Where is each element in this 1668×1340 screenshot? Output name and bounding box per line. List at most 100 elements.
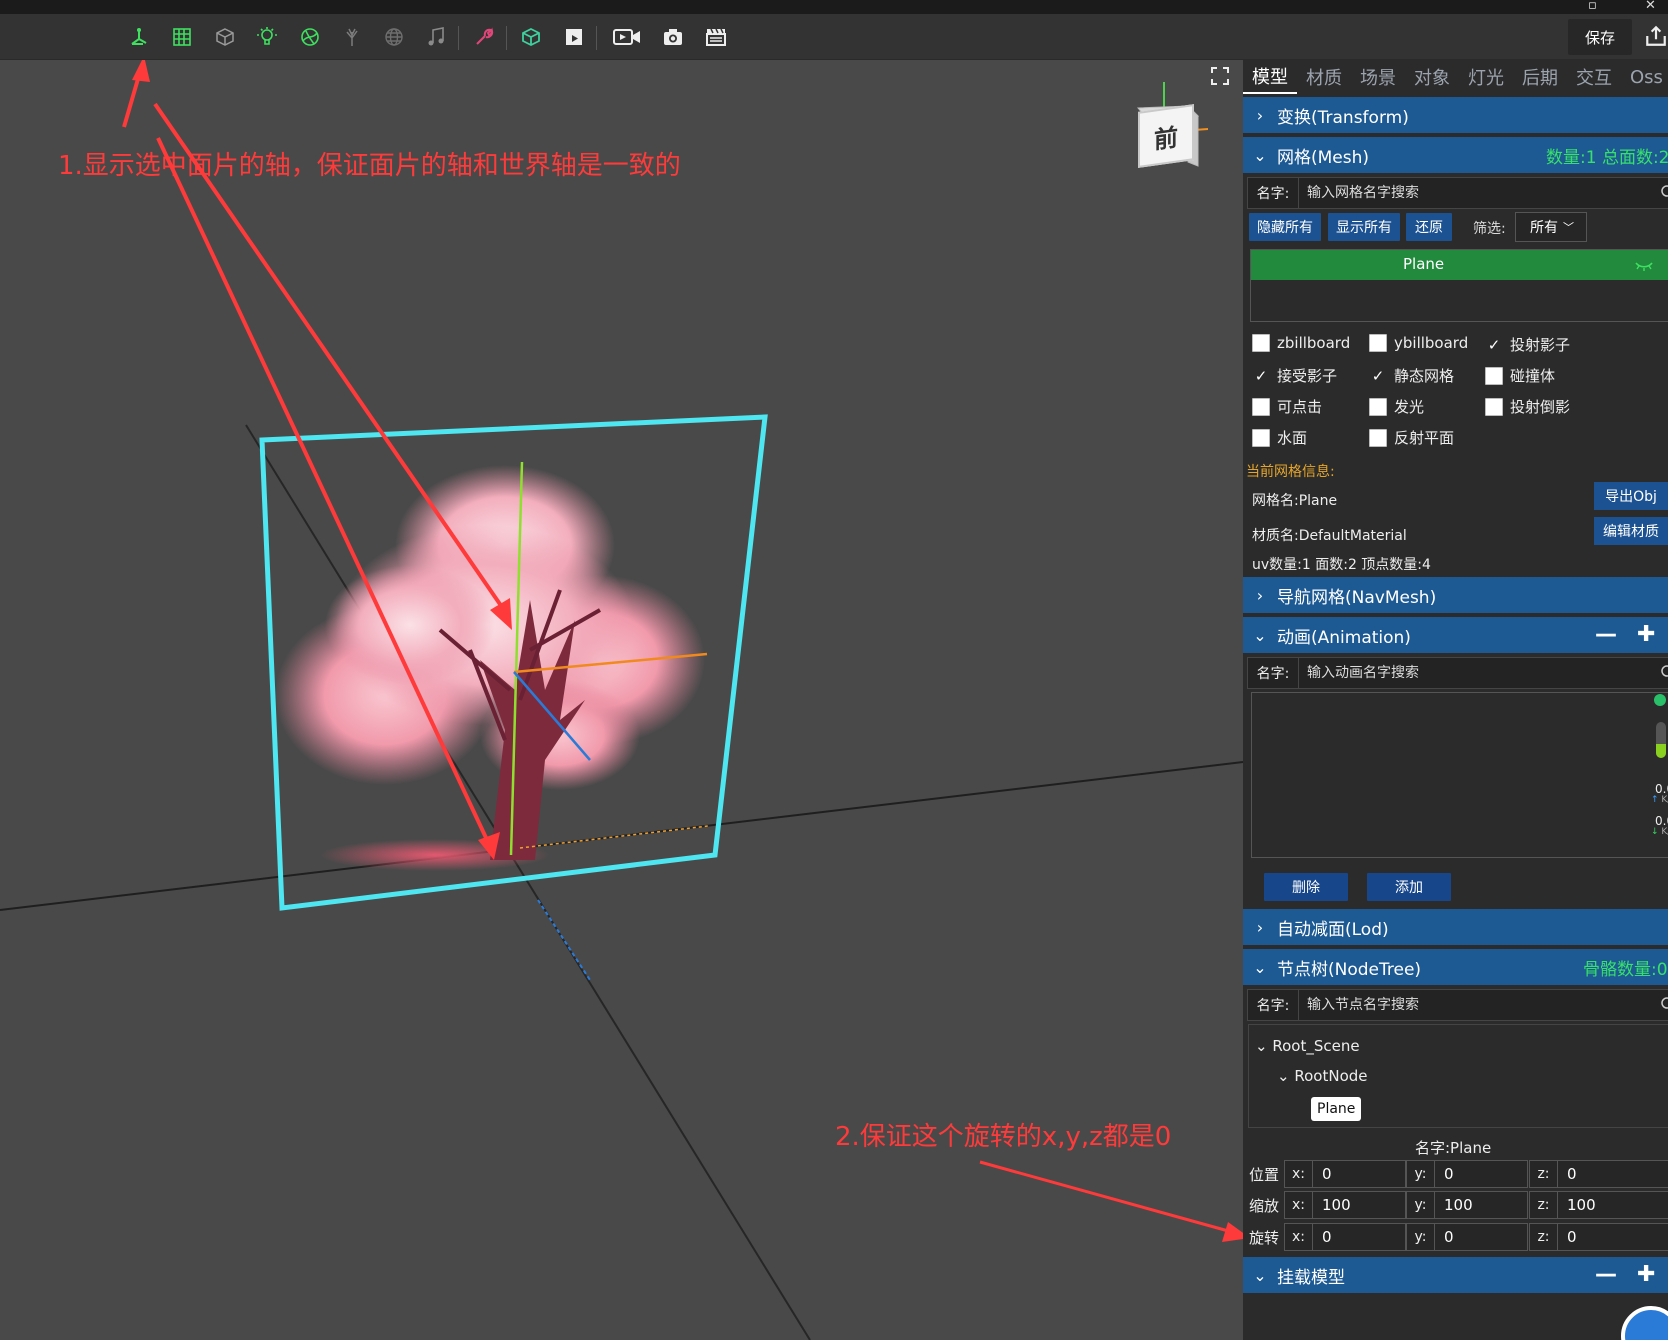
tree-node-root-scene[interactable]: ⌄ Root_Scene — [1255, 1037, 1360, 1055]
edit-material-button[interactable]: 编辑材质 — [1594, 517, 1668, 545]
export-icon[interactable] — [1644, 24, 1668, 48]
view-cube-front-face[interactable]: 前 — [1138, 104, 1194, 168]
tab-material[interactable]: 材质 — [1297, 60, 1351, 94]
ybillboard-checkbox[interactable]: ybillboard — [1369, 334, 1468, 352]
rotation-y-value[interactable]: 0 — [1435, 1228, 1454, 1246]
mesh-search-input[interactable] — [1299, 178, 1668, 208]
position-z-value[interactable]: 0 — [1558, 1165, 1577, 1183]
reflection-plane-checkbox[interactable]: 反射平面 — [1369, 427, 1454, 448]
bulb-icon[interactable] — [253, 23, 281, 51]
cube-outline-icon[interactable] — [211, 23, 239, 51]
navmesh-section-header[interactable]: › 导航网格(NavMesh) — [1243, 577, 1668, 613]
restore-button[interactable]: 还原 — [1406, 213, 1452, 241]
checkbox-box[interactable] — [1369, 334, 1387, 352]
rotation-z-value[interactable]: 0 — [1558, 1228, 1577, 1246]
checkbox-box[interactable] — [1369, 397, 1387, 416]
position-x-field[interactable]: x: 0 — [1284, 1160, 1406, 1188]
box-icon[interactable] — [517, 23, 545, 51]
tab-oss[interactable]: Oss — [1621, 60, 1668, 94]
rotation-x-field[interactable]: x: 0 — [1284, 1223, 1406, 1251]
3d-viewport[interactable]: 1.显示选中面片的轴，保证面片的轴和世界轴是一致的 2.保证这个旋转的x,y,z… — [0, 60, 1243, 1340]
tab-scene[interactable]: 场景 — [1351, 60, 1405, 94]
grid-icon[interactable] — [168, 23, 196, 51]
transform-section-header[interactable]: › 变换(Transform) — [1243, 97, 1668, 133]
water-checkbox[interactable]: 水面 — [1252, 427, 1307, 448]
animation-search-input[interactable] — [1299, 658, 1668, 688]
checkbox-box[interactable] — [1485, 397, 1503, 416]
tab-light[interactable]: 灯光 — [1459, 60, 1513, 94]
hide-all-button[interactable]: 隐藏所有 — [1249, 213, 1321, 241]
search-icon[interactable] — [1660, 996, 1668, 1012]
cast-shadow-checkbox[interactable]: ✓ 投射影子 — [1485, 334, 1570, 355]
position-y-field[interactable]: y: 0 — [1406, 1160, 1528, 1188]
check-icon[interactable]: ✓ — [1369, 367, 1387, 385]
clickable-checkbox[interactable]: 可点击 — [1252, 396, 1322, 417]
eye-closed-icon[interactable] — [1635, 258, 1653, 272]
scale-y-value[interactable]: 100 — [1435, 1196, 1473, 1214]
rotation-z-field[interactable]: z: 0 — [1529, 1223, 1668, 1251]
rotation-x-value[interactable]: 0 — [1313, 1228, 1332, 1246]
position-y-value[interactable]: 0 — [1435, 1165, 1454, 1183]
tab-interaction[interactable]: 交互 — [1567, 60, 1621, 94]
axis-icon[interactable] — [125, 23, 153, 51]
scale-x-field[interactable]: x: 100 — [1284, 1191, 1406, 1219]
animation-add-icon[interactable]: ✚ — [1637, 624, 1655, 646]
clapper-icon[interactable] — [560, 23, 588, 51]
tab-model[interactable]: 模型 — [1243, 60, 1297, 94]
glow-checkbox[interactable]: 发光 — [1369, 396, 1424, 417]
tab-object[interactable]: 对象 — [1405, 60, 1459, 94]
tab-postprocess[interactable]: 后期 — [1513, 60, 1567, 94]
attach-add-icon[interactable]: ✚ — [1637, 1264, 1655, 1286]
check-icon[interactable]: ✓ — [1485, 336, 1503, 354]
delete-animation-button[interactable]: 删除 — [1264, 873, 1348, 901]
checkbox-box[interactable] — [1252, 397, 1270, 416]
wrench-icon[interactable] — [470, 23, 498, 51]
save-button[interactable]: 保存 — [1568, 19, 1632, 55]
mesh-section-header[interactable]: ⌄ 网格(Mesh) 数量:1 总面数:2 — [1243, 137, 1668, 173]
zbillboard-checkbox[interactable]: zbillboard — [1252, 334, 1350, 352]
mesh-list-item[interactable]: Plane — [1251, 250, 1668, 280]
floating-assistant-icon[interactable] — [1621, 1306, 1668, 1340]
chevron-down-icon[interactable]: ⌄ — [1255, 1037, 1268, 1055]
static-mesh-checkbox[interactable]: ✓ 静态网格 — [1369, 365, 1454, 386]
video-icon[interactable] — [609, 23, 645, 51]
slate-icon[interactable] — [702, 23, 730, 51]
add-animation-button[interactable]: 添加 — [1367, 873, 1451, 901]
node-search-input[interactable] — [1299, 990, 1668, 1020]
checkbox-box[interactable] — [1252, 428, 1270, 447]
attach-remove-icon[interactable]: — — [1595, 1264, 1617, 1286]
collider-checkbox[interactable]: 碰撞体 — [1485, 365, 1555, 386]
animation-section-header[interactable]: ⌄ 动画(Animation) — ✚ — [1243, 617, 1668, 653]
tree-node-plane-selected[interactable]: Plane — [1311, 1097, 1362, 1121]
tree-node-rootnode[interactable]: ⌄ RootNode — [1277, 1067, 1368, 1085]
scale-z-field[interactable]: z: 100 — [1529, 1191, 1668, 1219]
restore-window-icon[interactable]: ▫ — [1588, 0, 1597, 13]
rotation-y-field[interactable]: y: 0 — [1406, 1223, 1528, 1251]
position-z-field[interactable]: z: 0 — [1529, 1160, 1668, 1188]
checkbox-box[interactable] — [1485, 366, 1503, 385]
search-icon[interactable] — [1660, 184, 1668, 200]
music-icon[interactable] — [422, 23, 450, 51]
fullscreen-icon[interactable] — [1210, 66, 1230, 86]
cast-reflection-checkbox[interactable]: 投射倒影 — [1485, 396, 1570, 417]
chevron-down-icon[interactable]: ⌄ — [1277, 1067, 1290, 1085]
view-cube[interactable]: 前 — [1128, 82, 1208, 172]
scale-x-value[interactable]: 100 — [1313, 1196, 1351, 1214]
filter-select[interactable]: 所有 ﹀ — [1515, 212, 1587, 242]
animation-list[interactable] — [1251, 692, 1668, 858]
export-obj-button[interactable]: 导出Obj — [1594, 482, 1668, 510]
checkbox-box[interactable] — [1369, 428, 1387, 447]
scale-y-field[interactable]: y: 100 — [1406, 1191, 1528, 1219]
position-x-value[interactable]: 0 — [1313, 1165, 1332, 1183]
sphere-icon[interactable] — [296, 23, 324, 51]
search-icon[interactable] — [1660, 664, 1668, 680]
globe-icon[interactable] — [380, 23, 408, 51]
attach-model-section-header[interactable]: ⌄ 挂载模型 — ✚ — [1243, 1257, 1668, 1293]
show-all-button[interactable]: 显示所有 — [1328, 213, 1400, 241]
animation-remove-icon[interactable]: — — [1595, 624, 1617, 646]
check-icon[interactable]: ✓ — [1252, 367, 1270, 385]
checkbox-box[interactable] — [1252, 334, 1270, 352]
scale-z-value[interactable]: 100 — [1558, 1196, 1596, 1214]
receive-shadow-checkbox[interactable]: ✓ 接受影子 — [1252, 365, 1337, 386]
tree-icon[interactable] — [338, 23, 366, 51]
